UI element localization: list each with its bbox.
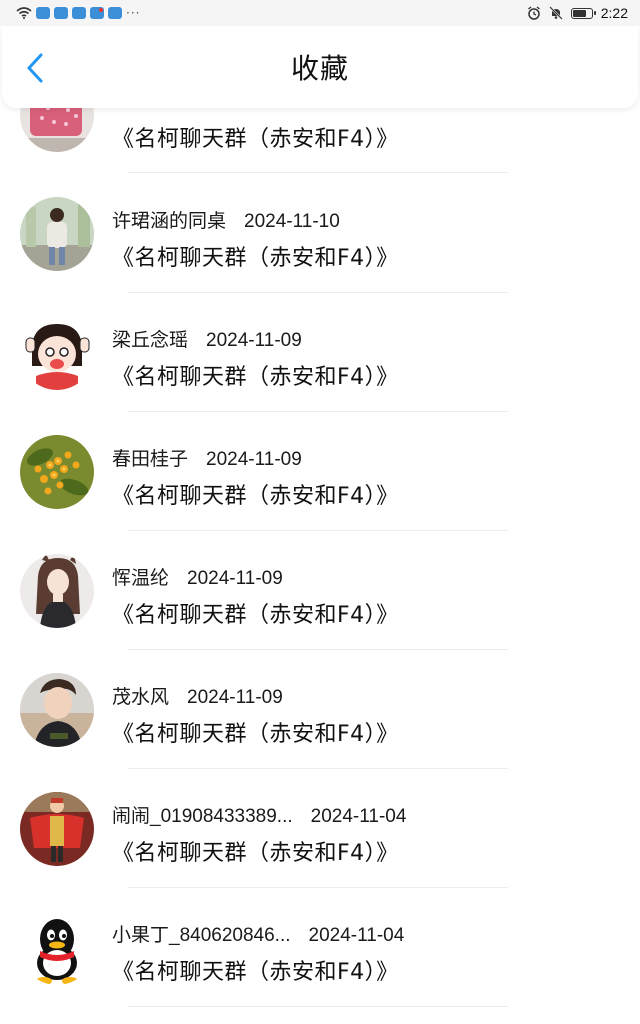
avatar bbox=[20, 792, 94, 866]
header-bar: 收藏 bbox=[2, 26, 638, 108]
divider bbox=[128, 887, 508, 888]
favorite-date: 2024-11-04 bbox=[308, 925, 405, 946]
list-item[interactable]: 闹闹_01908433389... 2024-11-04 《名柯聊天群（赤安和F4… bbox=[0, 772, 640, 891]
battery-icon bbox=[570, 7, 596, 19]
favorites-list[interactable]: 《名柯聊天群（赤安和F4）》 许珺涵的同桌 2024-11-10 《名柯聊天群（赤… bbox=[0, 0, 640, 1024]
favorite-date: 2024-11-09 bbox=[187, 568, 283, 589]
app-notification-icon bbox=[90, 7, 104, 19]
sender-line: 闹闹_01908433389... 2024-11-04 bbox=[112, 801, 406, 828]
app-notification-icon bbox=[54, 7, 68, 19]
wifi-icon bbox=[16, 7, 32, 19]
sender-line: 许珺涵的同桌 2024-11-10 bbox=[112, 206, 340, 233]
favorite-date: 2024-11-10 bbox=[244, 211, 340, 232]
mute-icon bbox=[548, 6, 563, 20]
sender-name: 恽温纶 bbox=[112, 568, 170, 589]
sender-line: 春田桂子 2024-11-09 bbox=[112, 444, 302, 471]
favorite-title: 《名柯聊天群（赤安和F4）》 bbox=[112, 960, 399, 985]
sender-name: 梁丘念瑶 bbox=[112, 330, 189, 351]
chevron-left-icon bbox=[27, 53, 43, 83]
sender-line: 小果丁_840620846... 2024-11-04 bbox=[112, 920, 404, 947]
sender-line: 茂水风 2024-11-09 bbox=[112, 682, 283, 709]
sender-name: 闹闹_01908433389... bbox=[112, 806, 293, 827]
list-item[interactable]: 小果丁_840620846... 2024-11-04 《名柯聊天群（赤安和F4）… bbox=[0, 891, 640, 1010]
status-bar: ··· 2:22 bbox=[0, 0, 640, 26]
favorite-title: 《名柯聊天群（赤安和F4）》 bbox=[112, 603, 399, 628]
status-bar-right: 2:22 bbox=[527, 5, 628, 21]
app-notification-icon bbox=[72, 7, 86, 19]
sender-name: 许珺涵的同桌 bbox=[112, 211, 227, 232]
status-bar-left: ··· bbox=[16, 6, 140, 20]
list-item[interactable]: 春田桂子 2024-11-09 《名柯聊天群（赤安和F4）》 bbox=[0, 415, 640, 534]
avatar bbox=[20, 316, 94, 390]
app-notification-icon bbox=[36, 7, 50, 19]
divider bbox=[128, 1006, 508, 1007]
sender-line: 梁丘念瑶 2024-11-09 bbox=[112, 325, 302, 352]
avatar bbox=[20, 911, 94, 985]
divider bbox=[128, 530, 508, 531]
list-item[interactable]: 许珺涵的同桌 2024-11-10 《名柯聊天群（赤安和F4）》 bbox=[0, 177, 640, 296]
favorite-title: 《名柯聊天群（赤安和F4）》 bbox=[112, 127, 399, 152]
avatar bbox=[20, 554, 94, 628]
app-notification-icon bbox=[108, 7, 122, 19]
sender-name: 小果丁_840620846... bbox=[112, 925, 291, 946]
divider bbox=[128, 649, 508, 650]
divider bbox=[128, 768, 508, 769]
alarm-icon bbox=[527, 6, 540, 20]
favorite-title: 《名柯聊天群（赤安和F4）》 bbox=[112, 484, 399, 509]
avatar bbox=[20, 197, 94, 271]
overflow-icon: ··· bbox=[126, 6, 141, 20]
sender-name: 春田桂子 bbox=[112, 449, 189, 470]
sender-name: 茂水风 bbox=[112, 687, 170, 708]
back-button[interactable] bbox=[20, 50, 50, 86]
list-item[interactable]: 茂水风 2024-11-09 《名柯聊天群（赤安和F4）》 bbox=[0, 653, 640, 772]
divider bbox=[128, 172, 508, 173]
favorite-title: 《名柯聊天群（赤安和F4）》 bbox=[112, 246, 399, 271]
favorite-date: 2024-11-04 bbox=[310, 806, 407, 827]
divider bbox=[128, 292, 508, 293]
page-title: 收藏 bbox=[290, 52, 349, 85]
favorite-title: 《名柯聊天群（赤安和F4）》 bbox=[112, 365, 399, 390]
favorite-date: 2024-11-09 bbox=[206, 330, 302, 351]
list-item[interactable]: 梁丘念瑶 2024-11-09 《名柯聊天群（赤安和F4）》 bbox=[0, 296, 640, 415]
avatar bbox=[20, 435, 94, 509]
list-item[interactable]: 恽温纶 2024-11-09 《名柯聊天群（赤安和F4）》 bbox=[0, 534, 640, 653]
status-time: 2:22 bbox=[600, 5, 628, 21]
favorite-title: 《名柯聊天群（赤安和F4）》 bbox=[112, 841, 399, 866]
sender-line: 恽温纶 2024-11-09 bbox=[112, 563, 283, 590]
favorite-title: 《名柯聊天群（赤安和F4）》 bbox=[112, 722, 399, 747]
divider bbox=[128, 411, 508, 412]
avatar bbox=[20, 673, 94, 747]
favorite-date: 2024-11-09 bbox=[187, 687, 283, 708]
favorite-date: 2024-11-09 bbox=[206, 449, 302, 470]
